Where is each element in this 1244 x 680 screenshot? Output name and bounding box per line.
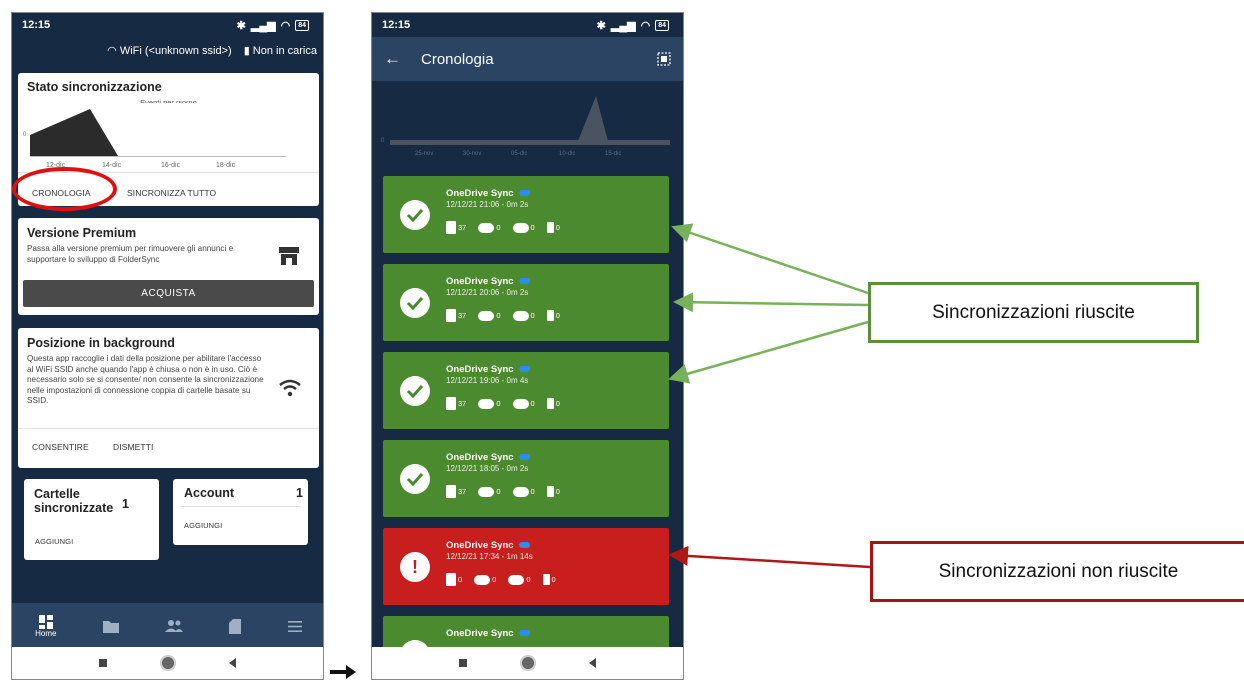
arrow-success-2: [673, 292, 869, 313]
arrow-success-1: [671, 223, 869, 295]
failure-callout: Sincronizzazioni non riuscite: [870, 541, 1244, 602]
arrow-success-3: [668, 320, 869, 384]
success-callout: Sincronizzazioni riuscite: [868, 282, 1199, 343]
arrow-failure: [668, 545, 871, 569]
